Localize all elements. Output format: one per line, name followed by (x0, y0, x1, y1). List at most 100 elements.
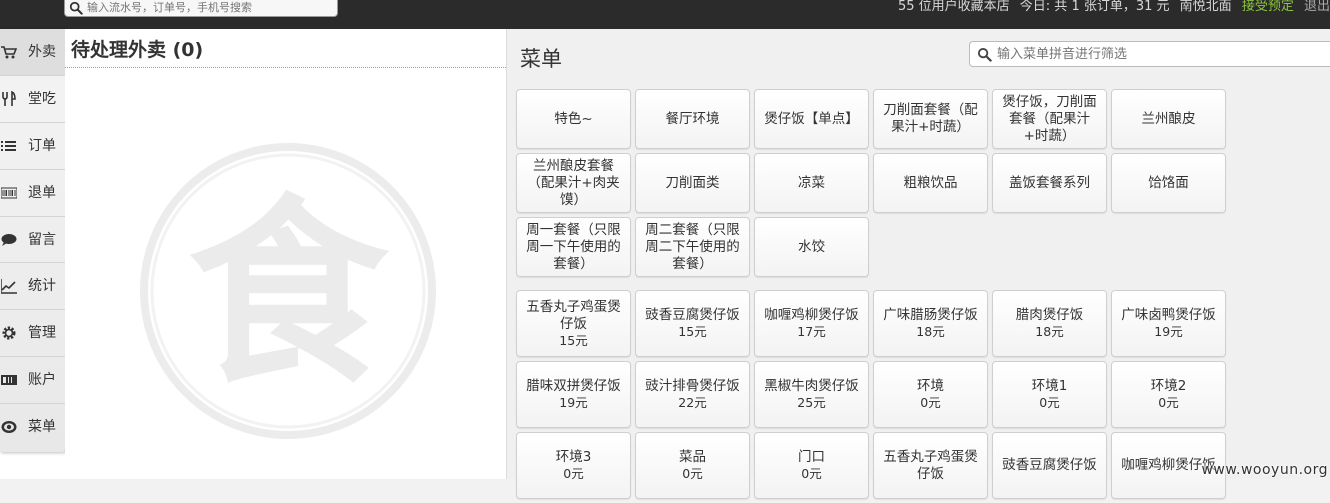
sidebar-item-takeout[interactable]: 外卖 (0, 29, 65, 76)
category-button[interactable]: 兰州酿皮 (1111, 89, 1226, 149)
dish-name: 环境 (917, 378, 944, 394)
search-icon (977, 47, 992, 62)
category-label: 水饺 (798, 238, 825, 255)
category-label: 凉菜 (798, 174, 825, 191)
speech-bubble-icon (1, 233, 17, 246)
store-name: 南悦北面 (1179, 0, 1232, 14)
sidebar-item-manage[interactable]: 管理 (0, 310, 65, 358)
category-button[interactable]: 周二套餐（只限周二下午使用的套餐） (635, 217, 750, 277)
category-button[interactable]: 凉菜 (754, 153, 869, 213)
sidebar-item-label: 管理 (28, 325, 56, 342)
dish-button[interactable]: 黑椒牛肉煲仔饭 25元 (754, 361, 869, 428)
food-logo-watermark: 食 (140, 143, 436, 439)
logo-glyph: 食 (188, 178, 390, 411)
dish-button[interactable]: 环境 0元 (873, 361, 988, 428)
dish-button[interactable]: 广味腊肠煲仔饭 18元 (873, 290, 988, 357)
dish-name: 腊味双拼煲仔饭 (526, 378, 621, 394)
barcode-icon (1, 187, 17, 199)
menu-grid: 特色~ 餐厅环境 煲仔饭【单点】 刀削面套餐（配果汁+时蔬） 煲仔饭，刀削面套餐… (516, 89, 1230, 503)
category-label: 盖饭套餐系列 (1009, 174, 1090, 191)
site-watermark: www.wooyun.org (1201, 462, 1328, 478)
sidebar-item-account[interactable]: 账户 (0, 357, 65, 405)
dish-name: 五香丸子鸡蛋煲仔饭 (883, 448, 978, 482)
dish-name: 咖喱鸡柳煲仔饭 (764, 307, 859, 323)
menu-filter-input[interactable] (997, 46, 1317, 62)
category-button[interactable]: 兰州酿皮套餐（配果汁+肉夹馍） (516, 153, 631, 213)
dish-button[interactable]: 五香丸子鸡蛋煲仔饭 (873, 432, 988, 499)
cart-icon (1, 46, 17, 59)
category-button[interactable]: 餐厅环境 (635, 89, 750, 149)
dish-button[interactable]: 环境1 0元 (992, 361, 1107, 428)
category-button[interactable]: 煲仔饭【单点】 (754, 89, 869, 149)
sidebar-item-stats[interactable]: 统计 (0, 263, 65, 311)
sidebar-item-messages[interactable]: 留言 (0, 217, 65, 264)
dish-name: 广味腊肠煲仔饭 (883, 307, 978, 323)
sidebar-item-label: 退单 (28, 184, 56, 201)
category-label: 特色~ (554, 110, 593, 127)
dish-button[interactable]: 环境3 0元 (516, 432, 631, 499)
order-search-box[interactable] (64, 0, 338, 17)
dish-button[interactable]: 腊肉煲仔饭 18元 (992, 290, 1107, 357)
dish-name: 环境1 (1031, 378, 1068, 394)
top-info: 55 位用户收藏本店 今日: 共 1 张订单，31 元 南悦北面 接受预定 退出 (898, 0, 1330, 16)
dish-button[interactable]: 豉汁排骨煲仔饭 22元 (635, 361, 750, 428)
dish-price: 0元 (801, 466, 822, 481)
menu-filter-box[interactable] (969, 41, 1330, 67)
sidebar-item-label: 堂吃 (28, 90, 56, 107)
category-button[interactable]: 粗粮饮品 (873, 153, 988, 213)
category-button[interactable]: 刀削面类 (635, 153, 750, 213)
category-button[interactable]: 饸饹面 (1111, 153, 1226, 213)
dish-name: 菜品 (679, 449, 706, 465)
category-label: 煲仔饭，刀削面套餐（配果汁+时蔬） (1002, 93, 1097, 144)
dish-name: 黑椒牛肉煲仔饭 (764, 378, 859, 394)
list-icon (1, 140, 16, 151)
category-label: 兰州酿皮 (1141, 110, 1196, 127)
dish-price: 25元 (797, 395, 826, 410)
dish-button[interactable]: 菜品 0元 (635, 432, 750, 499)
sidebar-item-orders[interactable]: 订单 (0, 123, 65, 170)
dish-price: 0元 (682, 466, 703, 481)
dish-button[interactable]: 广味卤鸭煲仔饭 19元 (1111, 290, 1226, 357)
category-label: 刀削面类 (665, 174, 720, 191)
gear-icon (2, 326, 16, 340)
dish-button[interactable]: 豉香豆腐煲仔饭 (992, 432, 1107, 499)
dish-button[interactable]: 腊味双拼煲仔饭 19元 (516, 361, 631, 428)
dish-price: 18元 (1035, 324, 1064, 339)
sidebar-item-menu[interactable]: 菜单 (0, 404, 65, 451)
dish-button[interactable]: 豉香豆腐煲仔饭 15元 (635, 290, 750, 357)
sidebar-item-refunds[interactable]: 退单 (0, 170, 65, 217)
category-label: 煲仔饭【单点】 (764, 110, 859, 127)
category-label: 餐厅环境 (665, 110, 720, 127)
sidebar-item-dine-in[interactable]: 堂吃 (0, 76, 65, 123)
category-button[interactable]: 水饺 (754, 217, 869, 277)
sidebar-item-label: 统计 (28, 278, 56, 295)
dish-name: 腊肉煲仔饭 (1015, 307, 1084, 323)
menu-panel: 菜单 特色~ 餐厅环境 煲仔饭【单点】 刀削面套餐（配果汁+时蔬） 煲仔饭，刀削… (506, 29, 1330, 499)
wallet-icon (1, 375, 17, 386)
sidebar-item-label: 外卖 (28, 44, 56, 60)
order-search-input[interactable] (87, 0, 332, 15)
dish-button[interactable]: 五香丸子鸡蛋煲仔饭 15元 (516, 290, 631, 357)
accept-reservation-link[interactable]: 接受预定 (1242, 0, 1294, 14)
category-button[interactable]: 盖饭套餐系列 (992, 153, 1107, 213)
category-button[interactable]: 刀削面套餐（配果汁+时蔬） (873, 89, 988, 149)
sidebar-item-label: 账户 (28, 372, 56, 389)
eye-icon (1, 421, 17, 434)
sidebar-nav: 外卖 堂吃 订单 退单 留言 统计 管理 账户 菜单 (0, 29, 66, 452)
dish-price: 15元 (678, 324, 707, 339)
logout-link[interactable]: 退出 (1304, 0, 1330, 14)
dish-price: 0元 (1158, 395, 1179, 410)
pending-takeout-title: 待处理外卖 (0) (71, 39, 204, 61)
dish-name: 门口 (798, 449, 825, 465)
dish-price: 0元 (920, 395, 941, 410)
favorites-count: 55 位用户收藏本店 (897, 0, 1010, 14)
category-button[interactable]: 煲仔饭，刀削面套餐（配果汁+时蔬） (992, 89, 1107, 149)
dish-button[interactable]: 门口 0元 (754, 432, 869, 499)
category-button[interactable]: 周一套餐（只限周一下午使用的套餐） (516, 217, 631, 277)
dish-price: 15元 (559, 332, 588, 348)
dish-button[interactable]: 环境2 0元 (1111, 361, 1226, 428)
category-label: 饸饹面 (1148, 174, 1189, 191)
sidebar: 外卖 堂吃 订单 退单 留言 统计 管理 账户 菜单 (0, 29, 66, 479)
category-button[interactable]: 特色~ (516, 89, 631, 149)
dish-button[interactable]: 咖喱鸡柳煲仔饭 17元 (754, 290, 869, 357)
